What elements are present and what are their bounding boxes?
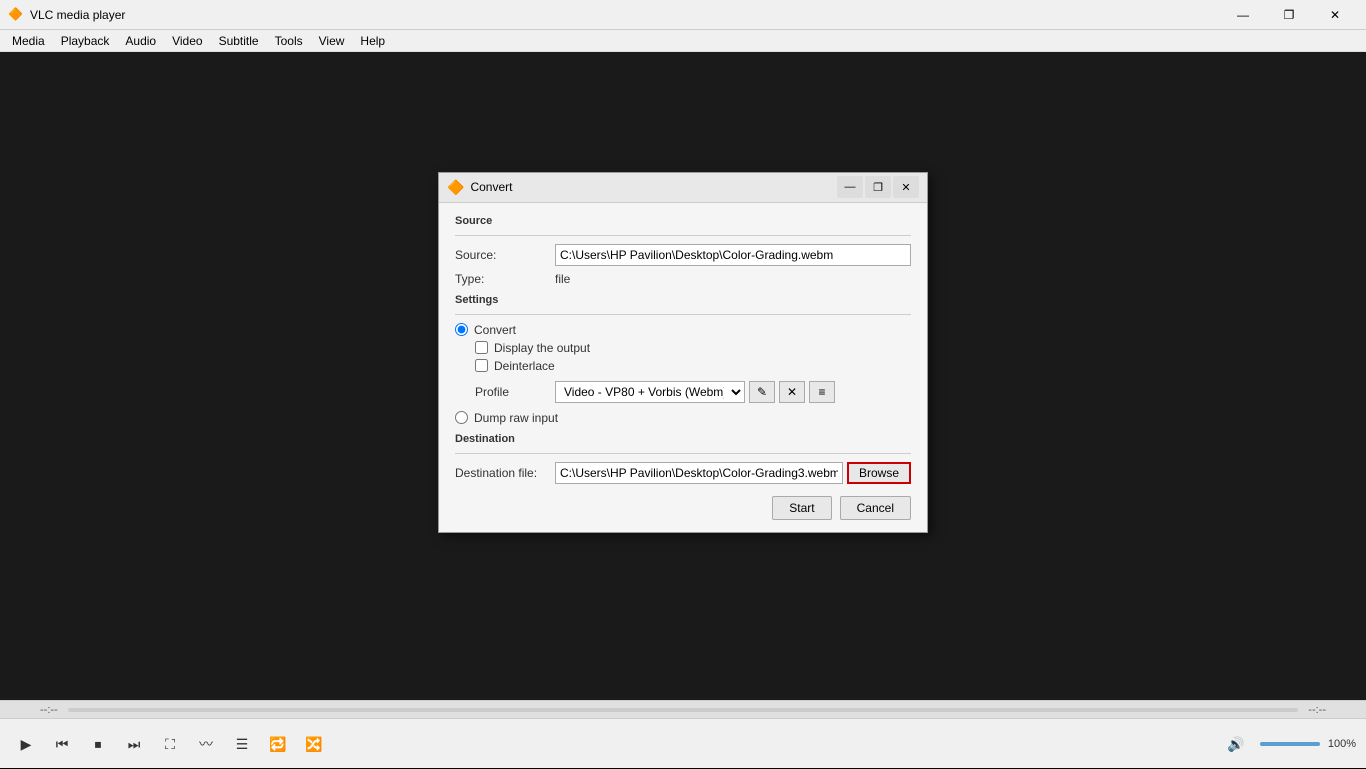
- menu-help[interactable]: Help: [352, 32, 393, 50]
- deinterlace-row: Deinterlace: [475, 359, 911, 373]
- vlc-icon: 🔶: [8, 7, 24, 23]
- title-bar: 🔶 VLC media player — ❐ ✕: [0, 0, 1366, 30]
- dialog-title-bar: 🔶 Convert — ❐ ✕: [439, 173, 927, 203]
- deinterlace-label: Deinterlace: [494, 359, 555, 373]
- main-area: 🔶 Convert — ❐ ✕ Source Source: Type:: [0, 52, 1366, 720]
- progress-bar-area: --:-- --:--: [0, 701, 1366, 719]
- type-value: file: [555, 272, 570, 286]
- time-total: --:--: [1308, 704, 1326, 716]
- settings-divider: [455, 314, 911, 315]
- playlist-button[interactable]: ☰: [226, 728, 258, 760]
- dialog-content: Source Source: Type: file Settings Conve…: [439, 203, 927, 532]
- type-row: Type: file: [455, 272, 911, 286]
- destination-section-label: Destination: [455, 433, 911, 445]
- convert-dialog: 🔶 Convert — ❐ ✕ Source Source: Type:: [438, 172, 928, 533]
- source-input[interactable]: [555, 244, 911, 266]
- close-button[interactable]: ✕: [1312, 0, 1358, 30]
- random-button[interactable]: 🔀: [298, 728, 330, 760]
- dialog-title: Convert: [470, 180, 837, 194]
- profile-select[interactable]: Video - VP80 + Vorbis (Webm) Video - H.2…: [555, 381, 745, 403]
- display-output-label: Display the output: [494, 341, 590, 355]
- destination-file-row: Destination file: Browse: [455, 462, 911, 484]
- browse-button[interactable]: Browse: [847, 462, 911, 484]
- dump-raw-row: Dump raw input: [455, 411, 911, 425]
- stop-button[interactable]: ⏹: [82, 728, 114, 760]
- prev-button[interactable]: ⏮: [46, 728, 78, 760]
- menu-playback[interactable]: Playback: [53, 32, 118, 50]
- fullscreen-button[interactable]: ⛶: [154, 728, 186, 760]
- menu-audio[interactable]: Audio: [117, 32, 164, 50]
- dialog-minimize-button[interactable]: —: [837, 176, 863, 198]
- controls-row: ▶ ⏮ ⏹ ⏭ ⛶ 〰 ☰ 🔁 🔀 🔊 100%: [0, 719, 1366, 769]
- convert-radio-row: Convert: [455, 323, 911, 337]
- dialog-window-controls: — ❐ ✕: [837, 176, 919, 198]
- source-row: Source:: [455, 244, 911, 266]
- display-output-row: Display the output: [475, 341, 911, 355]
- play-button[interactable]: ▶: [10, 728, 42, 760]
- profile-edit-button[interactable]: ✎: [749, 381, 775, 403]
- convert-radio-label: Convert: [474, 323, 516, 337]
- window-controls: — ❐ ✕: [1220, 0, 1358, 30]
- deinterlace-checkbox[interactable]: [475, 359, 488, 372]
- dialog-buttons: Start Cancel: [455, 496, 911, 520]
- volume-icon[interactable]: 🔊: [1220, 728, 1252, 760]
- menu-bar: Media Playback Audio Video Subtitle Tool…: [0, 30, 1366, 52]
- menu-subtitle[interactable]: Subtitle: [211, 32, 267, 50]
- menu-video[interactable]: Video: [164, 32, 210, 50]
- time-elapsed: --:--: [40, 704, 58, 716]
- source-divider: [455, 235, 911, 236]
- dialog-overlay: 🔶 Convert — ❐ ✕ Source Source: Type:: [0, 52, 1366, 652]
- settings-section-label: Settings: [455, 294, 911, 306]
- dest-file-input[interactable]: [555, 462, 843, 484]
- source-label: Source:: [455, 248, 555, 262]
- maximize-button[interactable]: ❐: [1266, 0, 1312, 30]
- dest-file-label: Destination file:: [455, 466, 555, 480]
- volume-slider[interactable]: [1260, 742, 1320, 746]
- dialog-maximize-button[interactable]: ❐: [865, 176, 891, 198]
- volume-label: 100%: [1328, 738, 1356, 750]
- extended-button[interactable]: 〰: [190, 728, 222, 760]
- profile-delete-button[interactable]: ✕: [779, 381, 805, 403]
- minimize-button[interactable]: —: [1220, 0, 1266, 30]
- menu-view[interactable]: View: [311, 32, 353, 50]
- progress-track[interactable]: [68, 708, 1299, 712]
- dump-raw-radio[interactable]: [455, 411, 468, 424]
- app-title: VLC media player: [30, 8, 1220, 22]
- cancel-button[interactable]: Cancel: [840, 496, 911, 520]
- volume-fill: [1260, 742, 1320, 746]
- type-label: Type:: [455, 272, 555, 286]
- display-output-checkbox[interactable]: [475, 341, 488, 354]
- profile-new-button[interactable]: ≡: [809, 381, 835, 403]
- dialog-icon: 🔶: [447, 179, 464, 196]
- source-section-label: Source: [455, 215, 911, 227]
- destination-divider: [455, 453, 911, 454]
- profile-row: Profile Video - VP80 + Vorbis (Webm) Vid…: [475, 381, 911, 403]
- convert-radio[interactable]: [455, 323, 468, 336]
- start-button[interactable]: Start: [772, 496, 831, 520]
- menu-media[interactable]: Media: [4, 32, 53, 50]
- loop-button[interactable]: 🔁: [262, 728, 294, 760]
- dump-raw-label: Dump raw input: [474, 411, 558, 425]
- menu-tools[interactable]: Tools: [267, 32, 311, 50]
- bottom-toolbar: --:-- --:-- ▶ ⏮ ⏹ ⏭ ⛶ 〰 ☰ 🔁 🔀 🔊 100%: [0, 700, 1366, 768]
- destination-section: Destination Destination file: Browse: [455, 433, 911, 484]
- dialog-close-button[interactable]: ✕: [893, 176, 919, 198]
- next-button[interactable]: ⏭: [118, 728, 150, 760]
- profile-label: Profile: [475, 385, 555, 399]
